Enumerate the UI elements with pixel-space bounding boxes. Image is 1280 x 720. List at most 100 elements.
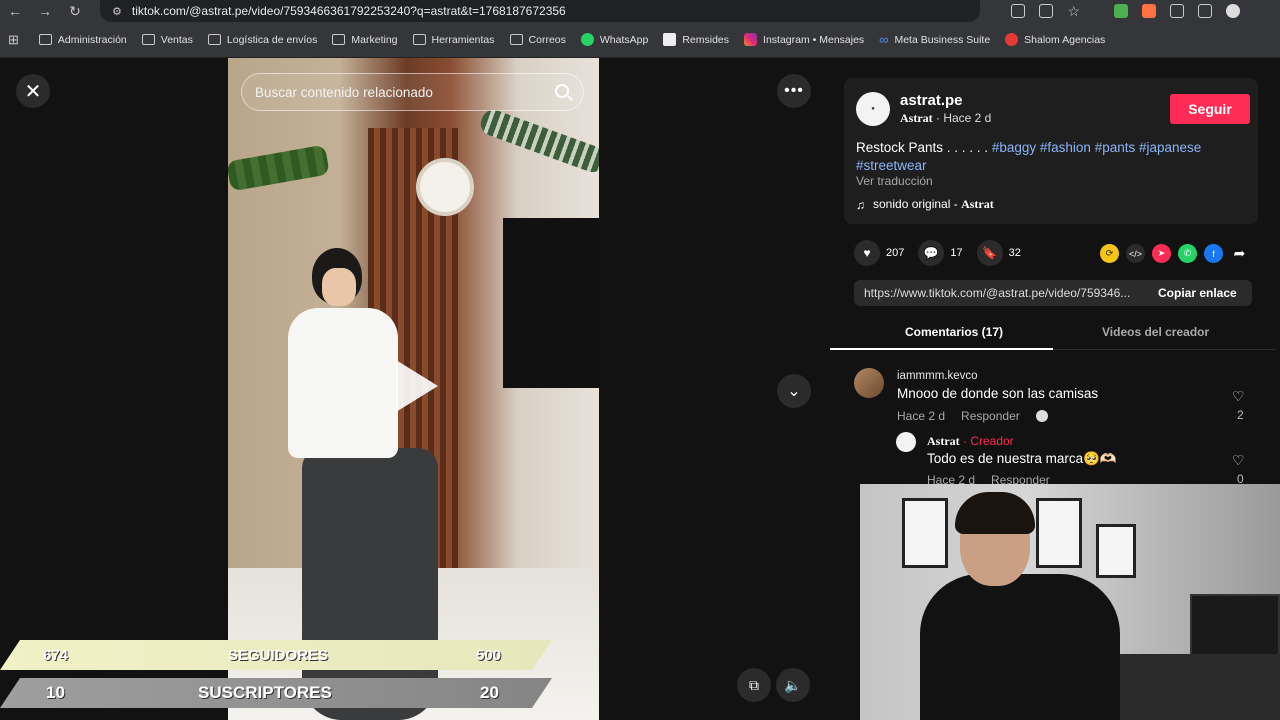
extension-orange-icon[interactable] xyxy=(1142,4,1156,18)
url-text: tiktok.com/@astrat.pe/video/759346636179… xyxy=(131,4,566,18)
share-options: ⟳ </> ➤ ✆ f ➦ xyxy=(1100,244,1249,263)
comment-time: Hace 2 d xyxy=(897,409,946,423)
remsides-icon xyxy=(663,33,677,46)
search-icon[interactable] xyxy=(555,84,569,98)
comment-text: Mnooo de donde son las camisas xyxy=(897,386,1099,401)
folder-icon xyxy=(412,34,426,45)
star-icon[interactable]: ☆ xyxy=(1067,3,1080,20)
puzzle-icon[interactable] xyxy=(1170,4,1184,18)
reply-text: Todo es de nuestra marca🥺🫶🏻 xyxy=(927,451,1117,466)
creator-display-name[interactable]: Astrat xyxy=(900,111,933,125)
sound-link[interactable]: ♫ sonido original - Astrat xyxy=(856,197,994,212)
related-search-placeholder: Buscar contenido relacionado xyxy=(255,84,433,100)
hashtag-link[interactable]: #baggy xyxy=(992,140,1036,155)
ellipsis-icon: ••• xyxy=(784,82,804,99)
commenter-username[interactable]: iammmm.kevco xyxy=(897,370,978,382)
copy-link-button[interactable]: Copiar enlace xyxy=(1150,286,1237,300)
bookmark-folder[interactable]: Ventas xyxy=(141,34,193,46)
save-button[interactable]: 🔖 32 xyxy=(976,240,1021,266)
more-options-button[interactable]: ••• xyxy=(777,74,811,108)
creator-subline: Astrat · Hace 2 d xyxy=(900,111,991,126)
translate-icon[interactable] xyxy=(1039,4,1054,18)
shalom-icon xyxy=(1005,33,1019,46)
reply-avatar[interactable] xyxy=(896,432,916,452)
address-bar[interactable]: ⚙ tiktok.com/@astrat.pe/video/7593466361… xyxy=(100,0,980,22)
bookmark-folder[interactable]: Correos xyxy=(509,34,566,46)
close-button[interactable]: ✕ xyxy=(16,74,50,108)
apps-icon[interactable]: ⊞ xyxy=(8,32,19,48)
bookmark-link[interactable]: Remsides xyxy=(663,33,729,46)
webcam-desk xyxy=(1110,654,1280,720)
pip-button[interactable]: ⧉ xyxy=(737,668,771,702)
related-search-input[interactable]: Buscar contenido relacionado xyxy=(241,73,584,111)
post-info-card: ● astrat.pe Astrat · Hace 2 d Seguir Res… xyxy=(844,78,1258,224)
bookmark-link[interactable]: Shalom Agencias xyxy=(1005,33,1105,46)
tab-comments[interactable]: Comentarios (17) xyxy=(905,325,1003,339)
extensions-area: ☆ xyxy=(1011,0,1280,22)
hashtag-link[interactable]: #fashion xyxy=(1040,140,1091,155)
bookmark-folder[interactable]: Herramientas xyxy=(412,34,495,46)
hashtag-link[interactable]: #japanese xyxy=(1139,140,1201,155)
creator-avatar[interactable]: ● xyxy=(856,92,890,126)
extension-green-icon[interactable] xyxy=(1114,4,1128,18)
translate-link[interactable]: Ver traducción xyxy=(856,174,933,188)
commenter-avatar[interactable] xyxy=(854,368,884,398)
share-arrow-icon[interactable]: ➦ xyxy=(1230,244,1249,263)
description-text: Restock Pants . . . . . . xyxy=(856,140,992,155)
sound-label: sonido original - Astrat xyxy=(873,197,994,211)
bookmark-folder[interactable]: Logística de envíos xyxy=(207,34,317,46)
bookmark-link[interactable]: WhatsApp xyxy=(580,33,648,46)
video-person-face xyxy=(322,268,356,306)
folder-icon xyxy=(141,34,155,45)
creator-badge: · Creador xyxy=(959,434,1014,448)
follow-button[interactable]: Seguir xyxy=(1170,94,1250,124)
reload-icon[interactable]: ↻ xyxy=(60,0,90,22)
webcam-person-body xyxy=(920,574,1120,720)
close-icon: ✕ xyxy=(24,80,42,103)
embed-icon[interactable]: </> xyxy=(1126,244,1145,263)
video-link[interactable]: https://www.tiktok.com/@astrat.pe/video/… xyxy=(854,286,1150,300)
volume-button[interactable]: 🔈 xyxy=(776,668,810,702)
repost-icon[interactable]: ⟳ xyxy=(1100,244,1119,263)
hashtag-link[interactable]: #pants xyxy=(1095,140,1136,155)
facebook-share-icon[interactable]: f xyxy=(1204,244,1223,263)
hashtag-link[interactable]: #streetwear xyxy=(856,158,927,173)
play-icon[interactable] xyxy=(396,360,438,412)
bookmark-folder[interactable]: Administración xyxy=(38,34,127,46)
whatsapp-icon xyxy=(580,33,594,46)
reply-like-icon[interactable]: ♡ xyxy=(1232,452,1245,469)
post-time: · Hace 2 d xyxy=(932,111,992,125)
creator-username[interactable]: astrat.pe xyxy=(900,92,963,109)
like-button[interactable]: ♥ 207 xyxy=(854,240,904,266)
next-video-button[interactable]: ⌄ xyxy=(777,374,811,408)
heart-icon: ♥ xyxy=(854,240,880,266)
browser-toolbar: ← → ↻ ⚙ tiktok.com/@astrat.pe/video/7593… xyxy=(0,0,1280,22)
chevron-down-icon: ⌄ xyxy=(787,383,801,400)
sidebar-icon[interactable] xyxy=(1198,4,1212,18)
followers-goal: 500 xyxy=(476,646,502,664)
comment-count: 17 xyxy=(950,247,963,259)
comment-like-count: 2 xyxy=(1237,408,1244,422)
forward-icon[interactable]: → xyxy=(30,0,60,22)
reply-button[interactable]: Responder xyxy=(961,409,1020,423)
video-scene-garland xyxy=(477,106,599,176)
install-icon[interactable] xyxy=(1011,4,1026,18)
bookmark-folder[interactable]: Marketing xyxy=(332,34,398,46)
speaker-icon: 🔈 xyxy=(784,676,802,693)
bookmark-link[interactable]: ∞ Meta Business Suite xyxy=(879,32,990,47)
comment-like-icon[interactable]: ♡ xyxy=(1232,388,1245,405)
tab-creator-videos[interactable]: Videos del creador xyxy=(1102,325,1209,339)
comment-button[interactable]: 💬 17 xyxy=(918,240,963,266)
creator-liked-icon xyxy=(1035,410,1048,422)
video-player[interactable]: Buscar contenido relacionado xyxy=(228,58,599,720)
send-icon[interactable]: ➤ xyxy=(1152,244,1171,263)
bookmark-link[interactable]: Instagram • Mensajes xyxy=(744,33,864,46)
whatsapp-share-icon[interactable]: ✆ xyxy=(1178,244,1197,263)
subscribers-counter-bar: 10 SUSCRIPTORES 20 xyxy=(0,678,552,708)
profile-icon[interactable] xyxy=(1226,4,1240,18)
webcam-overlay xyxy=(860,484,1280,720)
reply-username[interactable]: Astrat · Creador xyxy=(927,434,1014,449)
wall-poster xyxy=(902,498,948,568)
back-icon[interactable]: ← xyxy=(0,0,30,22)
site-info-icon[interactable]: ⚙ xyxy=(112,5,122,18)
